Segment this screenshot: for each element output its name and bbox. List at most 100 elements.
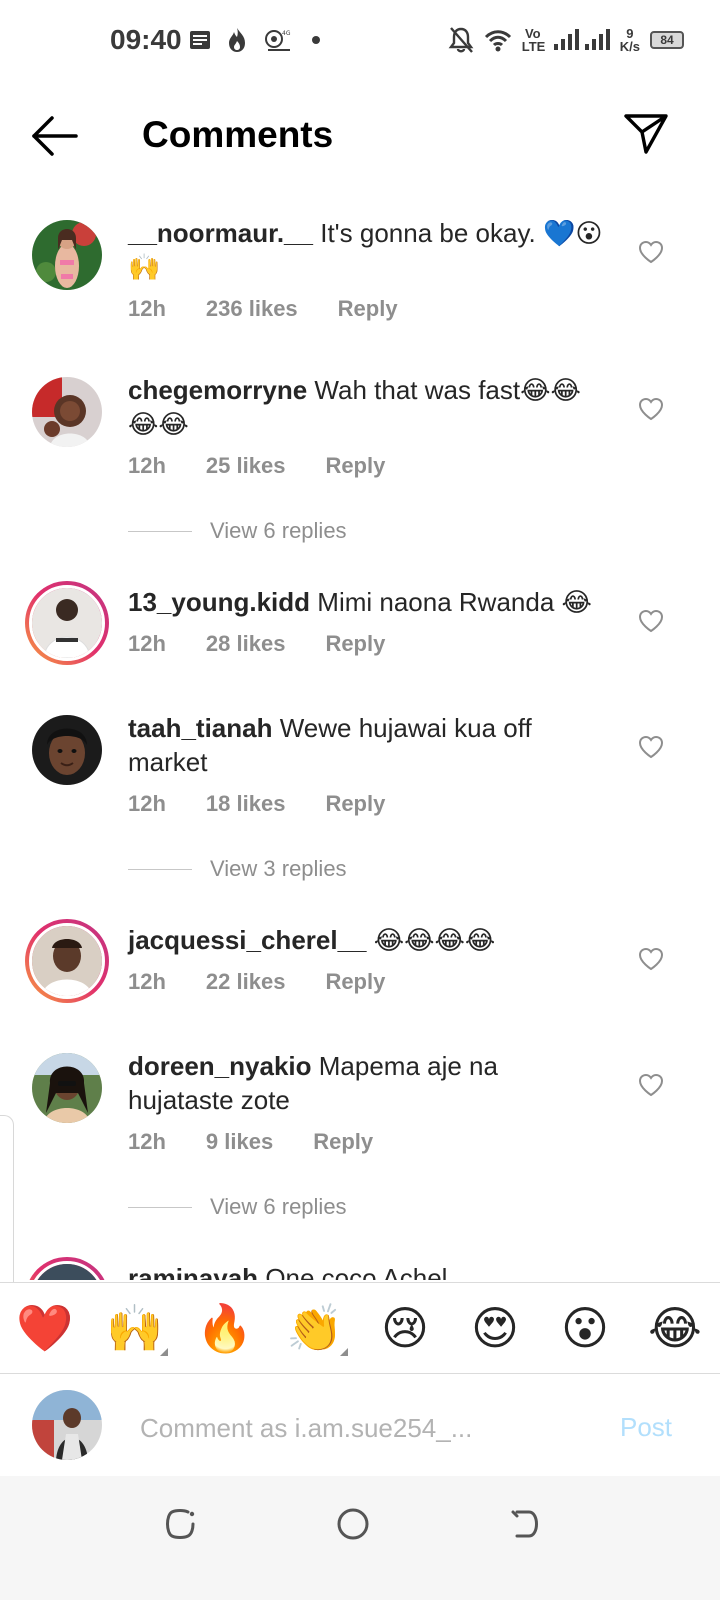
heart-icon[interactable]: [638, 1073, 664, 1097]
status-bar: 09:40 4G Vo LTE 9 K/s 84: [0, 0, 720, 80]
comment-likes[interactable]: 28 likes: [206, 631, 286, 657]
recents-icon[interactable]: [158, 1502, 202, 1546]
comment-time: 12h: [128, 631, 166, 656]
view-replies-label: View 6 replies: [210, 1194, 347, 1219]
comment-likes[interactable]: 236 likes: [206, 296, 298, 322]
comment-username[interactable]: __noormaur.__: [128, 218, 313, 248]
heart-icon[interactable]: [638, 735, 664, 759]
comment-username[interactable]: taah_tianah: [128, 713, 273, 743]
send-icon[interactable]: [622, 108, 670, 156]
heart-icon[interactable]: [638, 240, 664, 264]
network-type: Vo LTE: [521, 26, 546, 54]
avatar[interactable]: [32, 1053, 102, 1123]
avatar[interactable]: [25, 1257, 109, 1280]
comment-likes[interactable]: 18 likes: [206, 791, 286, 817]
comment-text: jacquessi_cherel__ 😂😂😂😂: [128, 923, 608, 957]
avatar-image: [32, 1053, 102, 1123]
comment-body: Mimi naona Rwanda 😂: [317, 587, 592, 617]
avatar[interactable]: [25, 581, 109, 665]
reply-button[interactable]: Reply: [338, 296, 398, 322]
post-button[interactable]: Post: [620, 1412, 672, 1443]
comment-body: One coco Achel: [265, 1263, 448, 1280]
comment-username[interactable]: 13_young.kidd: [128, 587, 310, 617]
emoji-raised-hands-button[interactable]: 🙌: [100, 1301, 170, 1356]
avatar-image: [32, 715, 102, 785]
emoji-crying-button[interactable]: 😢: [370, 1301, 440, 1355]
emoji-surprised-button[interactable]: 😮: [550, 1301, 620, 1355]
comment-meta: 12h 22 likes Reply: [128, 969, 385, 995]
comment-time: 12h: [128, 296, 166, 321]
comment-text: __noormaur.__ It's gonna be okay. 💙😮🙌: [128, 216, 608, 284]
heart-icon[interactable]: [638, 609, 664, 633]
comment-meta: 12h 25 likes Reply: [128, 453, 385, 479]
wifi-icon: [484, 30, 511, 52]
emoji-heart-button[interactable]: ❤️: [10, 1301, 80, 1356]
comment-text: raminayah One coco Achel: [128, 1261, 608, 1280]
avatar-inner: [29, 923, 105, 999]
heart-icon[interactable]: [638, 947, 664, 971]
status-notification-icons: 4G: [188, 24, 322, 56]
emoji-laughing-button[interactable]: 😂: [640, 1301, 710, 1355]
emoji-quick-bar: ❤️ 🙌 🔥 👏 😢 😍 😮 😂: [0, 1282, 720, 1374]
comment-time: 12h: [128, 791, 166, 816]
comment-time: 12h: [128, 1129, 166, 1154]
comment-meta: 12h 9 likes Reply: [128, 1129, 373, 1155]
comments-list[interactable]: __noormaur.__ It's gonna be okay. 💙😮🙌 12…: [0, 200, 720, 1280]
system-nav-bar: [0, 1476, 720, 1600]
view-replies-button[interactable]: View 6 replies: [128, 518, 347, 544]
app-icon: 4G: [265, 30, 291, 51]
back-nav-icon[interactable]: [503, 1502, 547, 1546]
avatar[interactable]: [25, 919, 109, 1003]
avatar-inner: [29, 585, 105, 661]
network-speed: 9 K/s: [619, 26, 640, 54]
comment-text: chegemorryne Wah that was fast😂😂😂😂: [128, 373, 608, 441]
home-icon[interactable]: [331, 1502, 375, 1546]
comment-input[interactable]: [140, 1408, 580, 1448]
reply-button[interactable]: Reply: [325, 969, 385, 995]
avatar[interactable]: [32, 220, 102, 290]
svg-text:4G: 4G: [282, 30, 291, 37]
comment-username[interactable]: doreen_nyakio: [128, 1051, 312, 1081]
comment-text: 13_young.kidd Mimi naona Rwanda 😂: [128, 585, 608, 619]
emoji-heart-eyes-button[interactable]: 😍: [460, 1301, 530, 1355]
comment-composer: Post: [0, 1376, 720, 1476]
comment-text: taah_tianah Wewe hujawai kua off market: [128, 711, 608, 779]
view-replies-button[interactable]: View 6 replies: [128, 1194, 347, 1220]
avatar-image: [32, 377, 102, 447]
comment-username[interactable]: jacquessi_cherel__: [128, 925, 367, 955]
comment-likes[interactable]: 22 likes: [206, 969, 286, 995]
comment-username[interactable]: raminayah: [128, 1263, 258, 1280]
avatar-inner: [29, 1261, 105, 1280]
avatar-image: [32, 1390, 102, 1460]
reply-button[interactable]: Reply: [325, 791, 385, 817]
comment-likes[interactable]: 9 likes: [206, 1129, 273, 1155]
view-replies-button[interactable]: View 3 replies: [128, 856, 347, 882]
comment-meta: 12h 236 likes Reply: [128, 296, 398, 322]
avatar-image: [32, 588, 102, 658]
arrow-left-icon[interactable]: [30, 114, 80, 158]
heart-icon[interactable]: [638, 397, 664, 421]
skin-tone-indicator: [160, 1347, 168, 1356]
page-title: Comments: [142, 114, 334, 155]
battery-icon: 84: [650, 31, 684, 49]
reply-button[interactable]: Reply: [325, 453, 385, 479]
comment-time: 12h: [128, 453, 166, 478]
fire-icon: [229, 28, 245, 52]
avatar[interactable]: [32, 715, 102, 785]
avatar-image: [32, 926, 102, 996]
replies-divider: [128, 1206, 192, 1208]
comment-text: doreen_nyakio Mapema aje na hujataste zo…: [128, 1049, 608, 1117]
emoji-fire-button[interactable]: 🔥: [190, 1301, 260, 1356]
view-replies-label: View 3 replies: [210, 856, 347, 881]
comment-body: 😂😂😂😂: [373, 925, 496, 955]
notes-icon: [190, 31, 210, 49]
reply-button[interactable]: Reply: [325, 631, 385, 657]
comment-username[interactable]: chegemorryne: [128, 375, 307, 405]
reply-button[interactable]: Reply: [313, 1129, 373, 1155]
view-replies-label: View 6 replies: [210, 518, 347, 543]
emoji-clap-button[interactable]: 👏: [280, 1301, 350, 1356]
current-user-avatar: [32, 1390, 102, 1460]
avatar[interactable]: [32, 377, 102, 447]
comment-likes[interactable]: 25 likes: [206, 453, 286, 479]
skin-tone-indicator: [340, 1347, 348, 1356]
